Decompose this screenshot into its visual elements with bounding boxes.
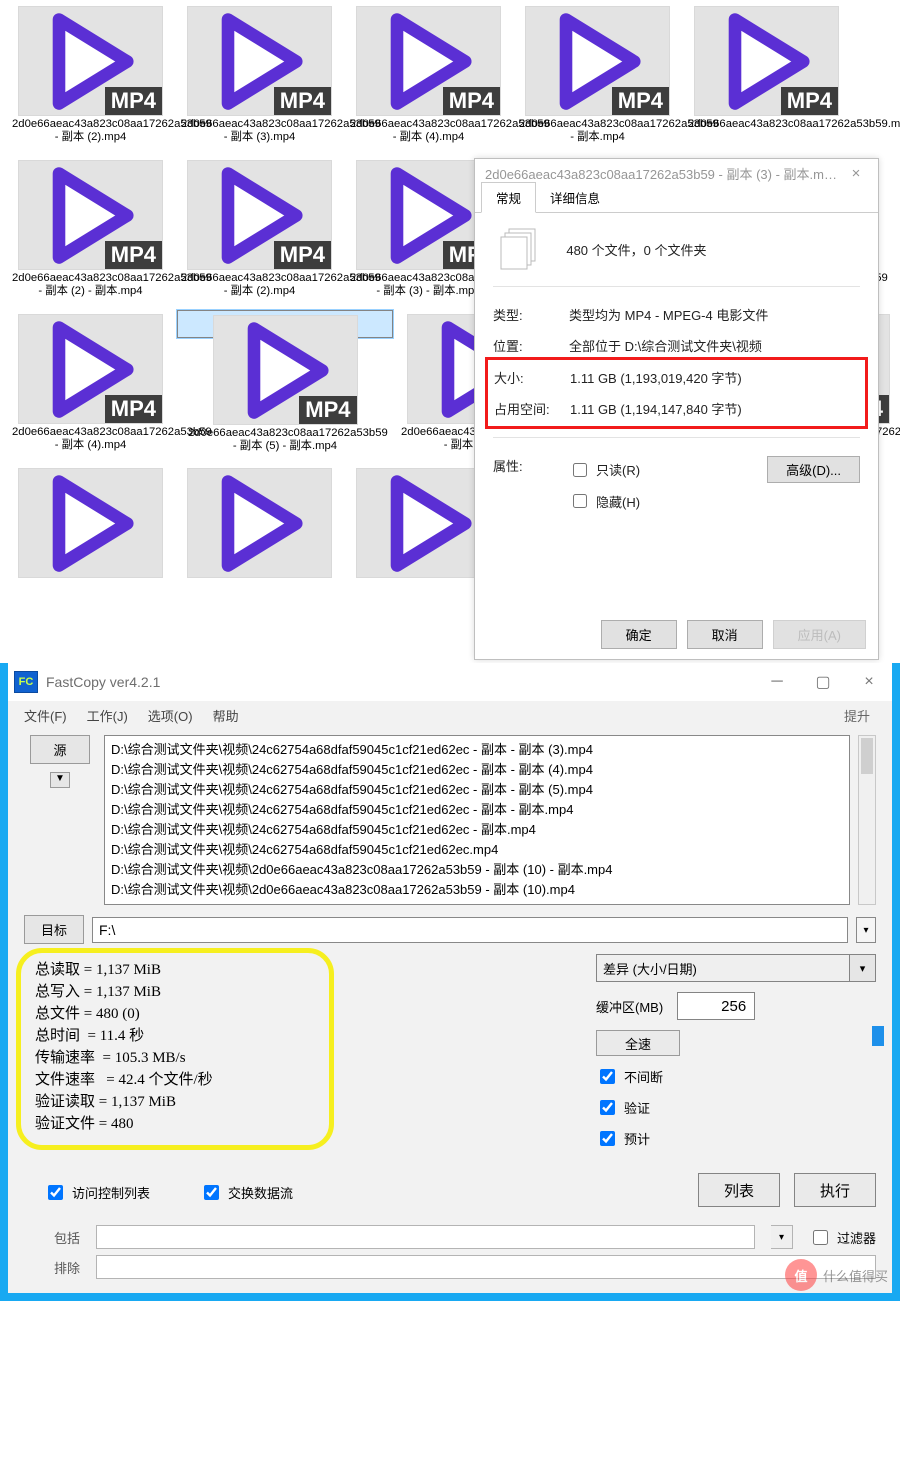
menu-file[interactable]: 文件(F) [16, 702, 75, 729]
titlebar: FC FastCopy ver4.2.1 ─ ▢ × [8, 663, 892, 701]
watermark: 值什么值得买 [785, 1259, 888, 1291]
tab-general[interactable]: 常规 [481, 182, 536, 213]
menu-option[interactable]: 选项(O) [140, 702, 201, 729]
fastcopy-window: FC FastCopy ver4.2.1 ─ ▢ × 文件(F) 工作(J) 选… [0, 663, 900, 1301]
file-tile[interactable]: MP42d0e66aeac43a823c08aa17262a53b59 - 副本… [515, 2, 680, 152]
source-dropdown[interactable]: ▼ [50, 772, 70, 788]
close-icon[interactable]: × [846, 667, 892, 697]
stats-text: 总读取 = 1,137 MiB 总写入 = 1,137 MiB 总文件 = 48… [16, 948, 334, 1150]
hidden-checkbox[interactable]: 隐藏(H) [569, 491, 860, 511]
window-title: FastCopy ver4.2.1 [46, 674, 754, 690]
file-tile[interactable]: MP42d0e66aeac43a823c08aa17262a53b59.mp4 [684, 2, 849, 152]
dest-dropdown[interactable]: ▾ [856, 917, 876, 943]
menu-help[interactable]: 帮助 [205, 702, 247, 729]
advanced-button[interactable]: 高级(D)... [767, 456, 860, 483]
readonly-checkbox[interactable]: 只读(R) [569, 460, 640, 480]
mode-select[interactable] [596, 954, 850, 982]
menu-work[interactable]: 工作(J) [79, 702, 136, 729]
stats-panel: 总读取 = 1,137 MiB 总写入 = 1,137 MiB 总文件 = 48… [24, 954, 326, 1144]
verify-checkbox[interactable]: 验证 [596, 1097, 876, 1118]
file-tile[interactable] [8, 464, 173, 578]
exec-button[interactable]: 执行 [794, 1173, 876, 1207]
file-tile[interactable]: MP42d0e66aeac43a823c08aa17262a53b59 - 副本… [346, 2, 511, 152]
size-label: 大小: [494, 368, 570, 387]
nonstop-checkbox[interactable]: 不间断 [596, 1066, 876, 1087]
cancel-button[interactable]: 取消 [687, 620, 763, 649]
source-button[interactable]: 源 [30, 735, 90, 764]
location-value: 全部位于 D:\综合测试文件夹\视频 [569, 336, 860, 355]
file-tile[interactable]: MP42d0e66aeac43a823c08aa17262a53b59 - 副本… [177, 156, 342, 306]
tab-details[interactable]: 详细信息 [536, 183, 614, 212]
include-input[interactable] [96, 1225, 755, 1249]
file-tile[interactable]: MP42d0e66aeac43a823c08aa17262a53b59 - 副本… [8, 2, 173, 152]
properties-title: 2d0e66aeac43a823c08aa17262a53b59 - 副本 (3… [485, 164, 840, 183]
menu-rise[interactable]: 提升 [836, 702, 884, 729]
buffer-label: 缓冲区(MB) [596, 997, 663, 1016]
swap-checkbox[interactable]: 交换数据流 [200, 1182, 293, 1203]
file-tile[interactable]: MP42d0e66aeac43a823c08aa17262a53b59 - 副本… [177, 2, 342, 152]
scrollbar[interactable] [858, 735, 876, 905]
buffer-input[interactable] [677, 992, 755, 1020]
list-button[interactable]: 列表 [698, 1173, 780, 1207]
close-icon[interactable]: × [840, 165, 872, 182]
dest-button[interactable]: 目标 [24, 915, 84, 944]
size-value: 1.11 GB (1,193,019,420 字节) [570, 368, 859, 387]
exclude-label: 排除 [24, 1258, 80, 1277]
properties-dialog: 2d0e66aeac43a823c08aa17262a53b59 - 副本 (3… [474, 158, 879, 660]
location-label: 位置: [493, 336, 569, 355]
dest-input[interactable] [92, 917, 848, 943]
include-label: 包括 [24, 1228, 80, 1247]
disk-value: 1.11 GB (1,194,147,840 字节) [570, 399, 859, 418]
minimize-icon[interactable]: ─ [754, 667, 800, 697]
files-stack-icon [497, 227, 543, 274]
ok-button[interactable]: 确定 [601, 620, 677, 649]
file-count: 480 个文件，0 个文件夹 [566, 240, 706, 259]
exclude-input[interactable] [96, 1255, 876, 1279]
speed-slider-knob[interactable] [872, 1026, 884, 1046]
filter-checkbox[interactable]: 过滤器 [809, 1227, 876, 1248]
menu-bar: 文件(F) 工作(J) 选项(O) 帮助 提升 [8, 701, 892, 729]
mode-dropdown-icon[interactable]: ▾ [850, 954, 876, 982]
file-tile[interactable]: MP42d0e66aeac43a823c08aa17262a53b59 - 副本… [8, 156, 173, 306]
file-tile[interactable] [177, 464, 342, 578]
size-highlight-box: 大小:1.11 GB (1,193,019,420 字节) 占用空间:1.11 … [485, 357, 868, 429]
fullspeed-button[interactable]: 全速 [596, 1030, 680, 1056]
explorer-window: MP42d0e66aeac43a823c08aa17262a53b59 - 副本… [0, 0, 900, 663]
attr-label: 属性: [493, 456, 569, 511]
apply-button[interactable]: 应用(A) [773, 620, 866, 649]
disk-label: 占用空间: [494, 399, 570, 418]
app-icon: FC [14, 671, 38, 693]
file-tile[interactable]: MP42d0e66aeac43a823c08aa17262a53b59 - 副本… [8, 310, 173, 460]
file-tile[interactable]: MP42d0e66aeac43a823c08aa17262a53b59 - 副本… [177, 310, 393, 338]
type-label: 类型: [493, 305, 569, 324]
acl-checkbox[interactable]: 访问控制列表 [44, 1182, 150, 1203]
maximize-icon[interactable]: ▢ [800, 667, 846, 697]
include-dropdown[interactable]: ▾ [771, 1225, 793, 1249]
type-value: 类型均为 MP4 - MPEG-4 电影文件 [569, 305, 860, 324]
source-list[interactable]: D:\综合测试文件夹\视频\24c62754a68dfaf59045c1cf21… [104, 735, 850, 905]
estimate-checkbox[interactable]: 预计 [596, 1128, 876, 1149]
